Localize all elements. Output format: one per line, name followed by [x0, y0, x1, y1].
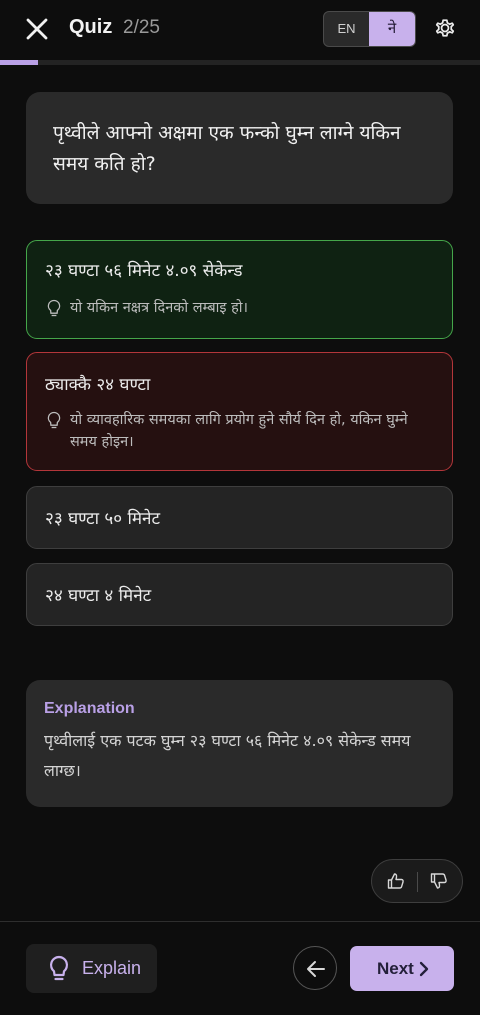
- answer-option[interactable]: २४ घण्टा ४ मिनेट: [26, 563, 453, 626]
- question-text: पृथ्वीले आफ्नो अक्षमा एक फन्को घुम्न लाग…: [53, 122, 401, 175]
- page-title: Quiz: [69, 16, 113, 38]
- explanation-card: Explanation पृथ्वीलाई एक पटक घुम्न २३ घण…: [26, 680, 453, 807]
- footer-divider: [0, 921, 480, 922]
- language-toggle: EN ने: [323, 11, 416, 47]
- explanation-text: पृथ्वीलाई एक पटक घुम्न २३ घण्टा ५६ मिनेट…: [44, 731, 411, 780]
- option-label: २४ घण्टा ४ मिनेट: [45, 586, 152, 606]
- close-icon: [26, 18, 48, 40]
- hint-text: यो व्यावहारिक समयका लागि प्रयोग हुने सौर…: [70, 412, 408, 450]
- chevron-right-icon: [419, 961, 429, 977]
- answer-option-correct[interactable]: २३ घण्टा ५६ मिनेट ४.०९ सेकेन्ड यो यकिन न…: [26, 240, 453, 339]
- question-counter: 2/25: [123, 17, 160, 38]
- language-option-ne[interactable]: ने: [369, 12, 415, 46]
- explanation-title: Explanation: [44, 700, 135, 717]
- settings-button[interactable]: [432, 15, 458, 41]
- explain-button[interactable]: Explain: [26, 944, 157, 993]
- option-hint: यो यकिन नक्षत्र दिनको लम्बाइ हो।: [47, 297, 425, 319]
- option-hint: यो व्यावहारिक समयका लागि प्रयोग हुने सौर…: [47, 409, 425, 453]
- hint-text: यो यकिन नक्षत्र दिनको लम्बाइ हो।: [70, 300, 249, 316]
- language-option-en[interactable]: EN: [324, 12, 369, 46]
- next-button-label: Next: [377, 959, 414, 978]
- thumbs-down-icon[interactable]: [429, 871, 449, 891]
- answer-option[interactable]: २३ घण्टा ५० मिनेट: [26, 486, 453, 549]
- progress-fill: [0, 60, 39, 65]
- back-button[interactable]: [293, 946, 337, 990]
- feedback-divider: [417, 872, 418, 892]
- top-bar: Quiz 2/25 EN ने: [0, 0, 480, 60]
- close-button[interactable]: [22, 14, 52, 44]
- progress-bar: [0, 60, 480, 65]
- lightbulb-icon: [49, 955, 69, 981]
- gear-icon: [435, 19, 455, 37]
- thumbs-up-icon[interactable]: [386, 871, 406, 891]
- answer-option-wrong[interactable]: ठ्याक्कै २४ घण्टा यो व्यावहारिक समयका ला…: [26, 352, 453, 471]
- question-card: पृथ्वीले आफ्नो अक्षमा एक फन्को घुम्न लाग…: [26, 92, 453, 204]
- arrow-left-icon: [307, 961, 325, 977]
- feedback-pill: [371, 859, 463, 903]
- next-button[interactable]: Next: [350, 946, 454, 991]
- option-label: २३ घण्टा ५० मिनेट: [45, 509, 161, 529]
- option-label: २३ घण्टा ५६ मिनेट ४.०९ सेकेन्ड: [45, 261, 243, 281]
- lightbulb-icon: [47, 299, 61, 317]
- option-label: ठ्याक्कै २४ घण्टा: [45, 375, 151, 395]
- lightbulb-icon: [47, 411, 61, 429]
- explain-button-label: Explain: [82, 958, 142, 978]
